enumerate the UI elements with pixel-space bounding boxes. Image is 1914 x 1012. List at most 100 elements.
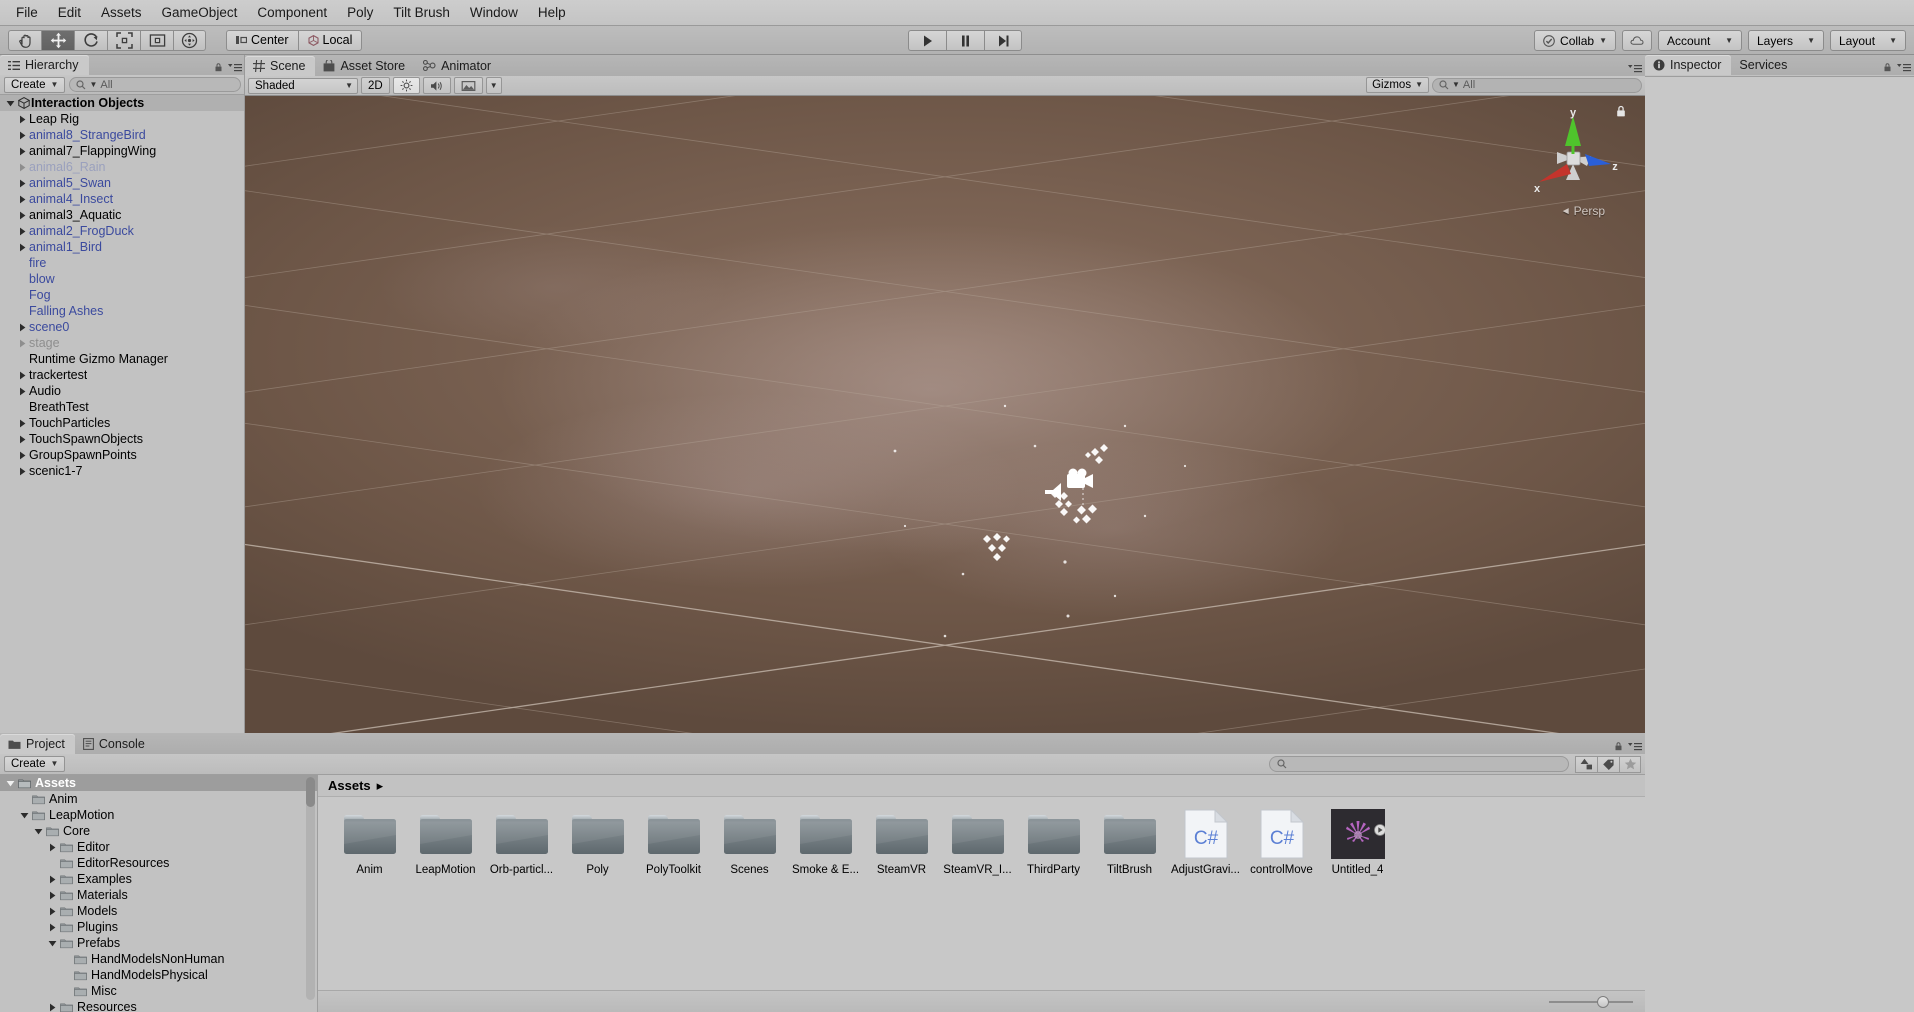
- menu-item-assets[interactable]: Assets: [91, 3, 152, 22]
- hierarchy-create-button[interactable]: Create ▼: [4, 76, 66, 93]
- scene-projection-label[interactable]: ◄ Persp: [1561, 204, 1605, 218]
- hierarchy-item[interactable]: stage: [0, 335, 245, 351]
- twisty-right-icon[interactable]: [16, 319, 29, 335]
- asset-folder[interactable]: Smoke & E...: [788, 809, 863, 876]
- twisty-right-icon[interactable]: [16, 191, 29, 207]
- hierarchy-item[interactable]: animal4_Insect: [0, 191, 245, 207]
- scale-tool-button[interactable]: [107, 29, 140, 51]
- hierarchy-item[interactable]: blow: [0, 271, 245, 287]
- asset-folder[interactable]: SteamVR: [864, 809, 939, 876]
- scene-effects-dropdown[interactable]: ▼: [485, 77, 502, 94]
- asset-prefab[interactable]: Untitled_4: [1320, 809, 1395, 876]
- menu-item-window[interactable]: Window: [460, 3, 528, 22]
- twisty-right-icon[interactable]: [16, 335, 29, 351]
- asset-zoom-slider[interactable]: [1549, 995, 1633, 1008]
- play-button[interactable]: [908, 30, 946, 51]
- lock-icon[interactable]: [213, 63, 224, 72]
- scene-viewport[interactable]: y z x ◄ Persp: [245, 96, 1645, 733]
- account-button[interactable]: Account ▼: [1658, 30, 1742, 51]
- options-menu-icon[interactable]: [1628, 742, 1642, 751]
- twisty-right-icon[interactable]: [46, 903, 59, 919]
- pivot-mode-button[interactable]: Center: [226, 29, 298, 51]
- hierarchy-item[interactable]: animal3_Aquatic: [0, 207, 245, 223]
- asset-folder[interactable]: TiltBrush: [1092, 809, 1167, 876]
- tab-animator[interactable]: Animator: [415, 56, 501, 76]
- project-folder-tree[interactable]: Assets Anim LeapMotion Core Editor EditorReso…: [0, 775, 318, 1012]
- lock-icon[interactable]: [1613, 742, 1624, 751]
- twisty-right-icon[interactable]: [16, 127, 29, 143]
- filter-by-label-button[interactable]: [1597, 755, 1619, 773]
- twisty-right-icon[interactable]: [46, 887, 59, 903]
- project-tree-item[interactable]: HandModelsNonHuman: [0, 951, 317, 967]
- menu-item-tilt-brush[interactable]: Tilt Brush: [383, 3, 460, 22]
- menu-item-help[interactable]: Help: [528, 3, 576, 22]
- project-tree-item[interactable]: EditorResources: [0, 855, 317, 871]
- twisty-down-icon[interactable]: [4, 775, 17, 791]
- hierarchy-item[interactable]: animal1_Bird: [0, 239, 245, 255]
- options-menu-icon[interactable]: [228, 63, 242, 72]
- asset-folder[interactable]: ThirdParty: [1016, 809, 1091, 876]
- hierarchy-item[interactable]: trackertest: [0, 367, 245, 383]
- project-tree-item[interactable]: Models: [0, 903, 317, 919]
- twisty-right-icon[interactable]: [46, 999, 59, 1012]
- tab-services[interactable]: Services: [1731, 55, 1797, 75]
- twisty-right-icon[interactable]: [16, 223, 29, 239]
- project-tree-item[interactable]: Misc: [0, 983, 317, 999]
- twisty-right-icon[interactable]: [46, 871, 59, 887]
- asset-script[interactable]: C# AdjustGravi...: [1168, 809, 1243, 876]
- scene-search-input[interactable]: ▼ All: [1432, 77, 1642, 93]
- hierarchy-item[interactable]: Leap Rig: [0, 111, 245, 127]
- asset-folder[interactable]: SteamVR_I...: [940, 809, 1015, 876]
- twisty-right-icon[interactable]: [16, 431, 29, 447]
- draw-mode-dropdown[interactable]: Shaded ▼: [248, 77, 358, 94]
- cloud-button[interactable]: [1622, 30, 1652, 51]
- twisty-right-icon[interactable]: [46, 839, 59, 855]
- twisty-right-icon[interactable]: [16, 447, 29, 463]
- asset-folder[interactable]: Poly: [560, 809, 635, 876]
- layout-button[interactable]: Layout ▼: [1830, 30, 1906, 51]
- project-tree-item[interactable]: Core: [0, 823, 317, 839]
- hierarchy-item[interactable]: Falling Ashes: [0, 303, 245, 319]
- hierarchy-item[interactable]: Audio: [0, 383, 245, 399]
- project-tree-item[interactable]: HandModelsPhysical: [0, 967, 317, 983]
- menu-item-component[interactable]: Component: [247, 3, 337, 22]
- gizmos-dropdown[interactable]: Gizmos ▼: [1366, 77, 1429, 93]
- twisty-right-icon[interactable]: [16, 415, 29, 431]
- breadcrumb-root[interactable]: Assets: [328, 778, 371, 793]
- rect-tool-button[interactable]: [140, 29, 173, 51]
- scene-gizmo-lock-icon[interactable]: [1615, 105, 1627, 121]
- hierarchy-item[interactable]: Runtime Gizmo Manager: [0, 351, 245, 367]
- hierarchy-item[interactable]: scene0: [0, 319, 245, 335]
- project-tree-item[interactable]: Anim: [0, 791, 317, 807]
- scene-effects-toggle[interactable]: [453, 77, 483, 94]
- hierarchy-item[interactable]: TouchSpawnObjects: [0, 431, 245, 447]
- project-search-input[interactable]: [1269, 756, 1569, 772]
- twisty-right-icon[interactable]: [16, 367, 29, 383]
- asset-script[interactable]: C# controlMove: [1244, 809, 1319, 876]
- menu-item-file[interactable]: File: [6, 3, 48, 22]
- tab-project[interactable]: Project: [0, 734, 75, 754]
- hierarchy-item[interactable]: scenic1-7: [0, 463, 245, 479]
- hierarchy-item[interactable]: animal5_Swan: [0, 175, 245, 191]
- favorites-button[interactable]: [1619, 755, 1641, 773]
- filter-by-type-button[interactable]: [1575, 755, 1597, 773]
- menu-item-edit[interactable]: Edit: [48, 3, 91, 22]
- hierarchy-list[interactable]: Interaction Objects Leap Rig animal8_Stran…: [0, 95, 245, 733]
- scrollbar-thumb[interactable]: [306, 777, 315, 807]
- project-tree-item[interactable]: LeapMotion: [0, 807, 317, 823]
- menu-item-gameobject[interactable]: GameObject: [152, 3, 248, 22]
- twisty-right-icon[interactable]: [16, 463, 29, 479]
- project-tree-item[interactable]: Materials: [0, 887, 317, 903]
- transform-tool-button[interactable]: [173, 29, 206, 51]
- layers-button[interactable]: Layers ▼: [1748, 30, 1824, 51]
- asset-folder[interactable]: Scenes: [712, 809, 787, 876]
- twisty-down-icon[interactable]: [46, 935, 59, 951]
- scene-view-gizmo[interactable]: y z x: [1519, 104, 1627, 212]
- twisty-down-icon[interactable]: [18, 807, 31, 823]
- project-tree-item[interactable]: Plugins: [0, 919, 317, 935]
- pause-button[interactable]: [946, 30, 984, 51]
- project-tree-item[interactable]: Resources: [0, 999, 317, 1012]
- project-tree-item[interactable]: Prefabs: [0, 935, 317, 951]
- collab-button[interactable]: Collab ▼: [1534, 30, 1616, 51]
- move-tool-button[interactable]: [41, 29, 74, 51]
